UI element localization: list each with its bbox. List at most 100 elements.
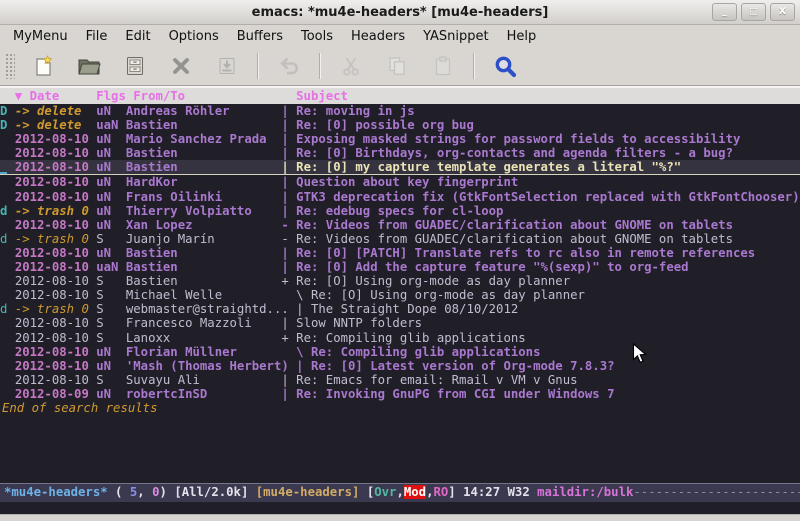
- message-date: 2012-08-10: [15, 146, 96, 160]
- mark-indicator: [0, 190, 15, 204]
- menu-item-help[interactable]: Help: [498, 27, 546, 46]
- message-date: 2012-08-10: [15, 260, 96, 274]
- message-flags: S: [96, 331, 126, 345]
- message-subject: Re: [O] Using org-mode as day planner: [311, 288, 585, 302]
- message-from: Francesco Mazzoli: [126, 316, 281, 330]
- header-line[interactable]: ▼ Date Flgs From/To Subject: [0, 88, 800, 104]
- message-flags: uN: [96, 190, 126, 204]
- mode-line[interactable]: *mu4e-headers* ( 5, 0) [All/2.0k] [mu4e-…: [0, 483, 800, 502]
- toolbar-grip-handle[interactable]: [5, 53, 15, 79]
- message-row[interactable]: d -> trash 0 S Juanjo Marín - Re: Videos…: [0, 232, 800, 246]
- message-from: Lanoxx: [126, 331, 281, 345]
- message-row[interactable]: 2012-08-10 uN Bastien | Re: [0] [PATCH] …: [0, 246, 800, 260]
- message-row[interactable]: 2012-08-10 uN 'Mash (Thomas Herbert) | R…: [0, 359, 800, 373]
- message-row[interactable]: 2012-08-10 uN Bastien | Re: [0] my captu…: [0, 160, 800, 175]
- close-button[interactable]: X: [770, 3, 795, 21]
- message-subject: Question about key fingerprint: [296, 175, 518, 189]
- message-row[interactable]: 2012-08-10 uN Frans Oilinki | GTK3 depre…: [0, 190, 800, 204]
- message-subject: Re: edebug specs for cl-loop: [296, 204, 503, 218]
- menu-item-file[interactable]: File: [77, 27, 117, 46]
- message-row[interactable]: d -> trash 0 uN Thierry Volpiatto | Re: …: [0, 204, 800, 218]
- message-from: Michael Welle: [126, 288, 281, 302]
- message-from: Xan Lopez: [126, 218, 281, 232]
- window-buttons: _□X: [712, 3, 795, 21]
- modeline-segment-path: maildir:/bulk: [537, 485, 633, 499]
- message-date: 2012-08-10: [15, 331, 96, 345]
- message-from: Bastien: [126, 118, 281, 132]
- mark-indicator: [0, 146, 15, 160]
- echo-area[interactable]: [0, 502, 800, 514]
- message-mark-action: -> trash 0: [15, 204, 96, 218]
- menu-item-yasnippet[interactable]: YASnippet: [414, 27, 498, 46]
- message-subject: Re: Videos from GUADEC/clarification abo…: [296, 218, 733, 232]
- thread-indicator: |: [296, 359, 311, 373]
- message-row[interactable]: 2012-08-10 S Suvayu Ali | Re: Emacs for …: [0, 373, 800, 387]
- message-from: Juanjo Marín: [126, 232, 281, 246]
- message-subject: Re: Emacs for email: Rmail v VM v Gnus: [296, 373, 577, 387]
- close-buffer-icon[interactable]: [163, 51, 199, 81]
- message-row[interactable]: 2012-08-10 uN Xan Lopez - Re: Videos fro…: [0, 218, 800, 232]
- message-date: 2012-08-10: [15, 288, 96, 302]
- menu-item-buffers[interactable]: Buffers: [228, 27, 292, 46]
- message-row[interactable]: 2012-08-10 uN Bastien | Re: [0] Birthday…: [0, 146, 800, 160]
- message-row[interactable]: 2012-08-10 S Lanoxx + Re: Compiling glib…: [0, 331, 800, 345]
- new-file-icon[interactable]: [25, 51, 61, 81]
- thread-indicator: |: [281, 175, 296, 189]
- thread-indicator: |: [281, 104, 296, 118]
- mark-indicator: [0, 331, 15, 345]
- message-date: 2012-08-10: [15, 316, 96, 330]
- message-subject: Slow NNTP folders: [296, 316, 422, 330]
- open-file-icon[interactable]: [71, 51, 107, 81]
- message-row[interactable]: D -> delete uaN Bastien | Re: [0] possib…: [0, 118, 800, 132]
- message-subject: Re: Compiling glib applications: [311, 345, 541, 359]
- modeline-segment-plain: (: [108, 485, 130, 499]
- mark-indicator: [0, 160, 15, 174]
- menu-item-mymenu[interactable]: MyMenu: [4, 27, 77, 46]
- toolbar-separator: [257, 53, 259, 79]
- menu-item-edit[interactable]: Edit: [116, 27, 159, 46]
- search-icon[interactable]: [487, 51, 523, 81]
- message-from: robertcInSD: [126, 387, 281, 401]
- message-mark-action: -> delete: [15, 104, 96, 118]
- buffer-empty-area[interactable]: [0, 415, 800, 483]
- maximize-button[interactable]: □: [741, 3, 766, 21]
- message-row[interactable]: 2012-08-10 uN HardKor | Question about k…: [0, 175, 800, 189]
- message-mark-action: -> delete: [15, 118, 96, 132]
- modeline-segment-magenta: RO: [433, 485, 448, 499]
- message-flags: uN: [96, 246, 126, 260]
- thread-indicator: +: [281, 331, 296, 345]
- mark-indicator: [0, 175, 15, 189]
- thread-indicator: -: [281, 232, 296, 246]
- thread-indicator: |: [281, 387, 296, 401]
- message-row[interactable]: 2012-08-09 uN robertcInSD | Re: Invoking…: [0, 387, 800, 401]
- mark-indicator: d: [0, 232, 15, 246]
- menu-item-headers[interactable]: Headers: [342, 27, 414, 46]
- message-subject: Re: [0] possible org bug: [296, 118, 474, 132]
- message-row[interactable]: D -> delete uN Andreas Röhler | Re: movi…: [0, 104, 800, 118]
- message-row[interactable]: 2012-08-10 S Michael Welle \ Re: [O] Usi…: [0, 288, 800, 302]
- message-row[interactable]: 2012-08-10 uN Florian Müllner \ Re: Comp…: [0, 345, 800, 359]
- mark-indicator: d: [0, 204, 15, 218]
- message-row[interactable]: 2012-08-10 S Bastien + Re: [O] Using org…: [0, 274, 800, 288]
- message-flags: S: [96, 232, 126, 246]
- message-row[interactable]: d -> trash 0 S webmaster@straightd... | …: [0, 302, 800, 316]
- mark-indicator: [0, 387, 15, 401]
- message-subject: Re: Compiling glib applications: [296, 331, 526, 345]
- message-row[interactable]: 2012-08-10 S Francesco Mazzoli | Slow NN…: [0, 316, 800, 330]
- emacs-frame: emacs: *mu4e-headers* [mu4e-headers] _□X…: [0, 0, 800, 521]
- thread-indicator: |: [281, 373, 296, 387]
- message-flags: uaN: [96, 118, 126, 132]
- menu-bar: MyMenuFileEditOptionsBuffersToolsHeaders…: [0, 25, 800, 47]
- minimize-button[interactable]: _: [712, 3, 737, 21]
- message-subject: Re: [0] Birthdays, org-contacts and agen…: [296, 146, 733, 160]
- message-row[interactable]: 2012-08-10 uaN Bastien | Re: [0] Add the…: [0, 260, 800, 274]
- message-from: Frans Oilinki: [126, 190, 281, 204]
- message-row[interactable]: 2012-08-10 uN Mario Sanchez Prada | Expo…: [0, 132, 800, 146]
- message-from: 'Mash (Thomas Herbert): [126, 359, 296, 373]
- save-icon[interactable]: [117, 51, 153, 81]
- menu-item-tools[interactable]: Tools: [292, 27, 342, 46]
- menu-item-options[interactable]: Options: [160, 27, 228, 46]
- end-of-results-marker: End of search results: [0, 401, 800, 415]
- message-date: 2012-08-10: [15, 345, 96, 359]
- message-subject: Re: moving in js: [296, 104, 414, 118]
